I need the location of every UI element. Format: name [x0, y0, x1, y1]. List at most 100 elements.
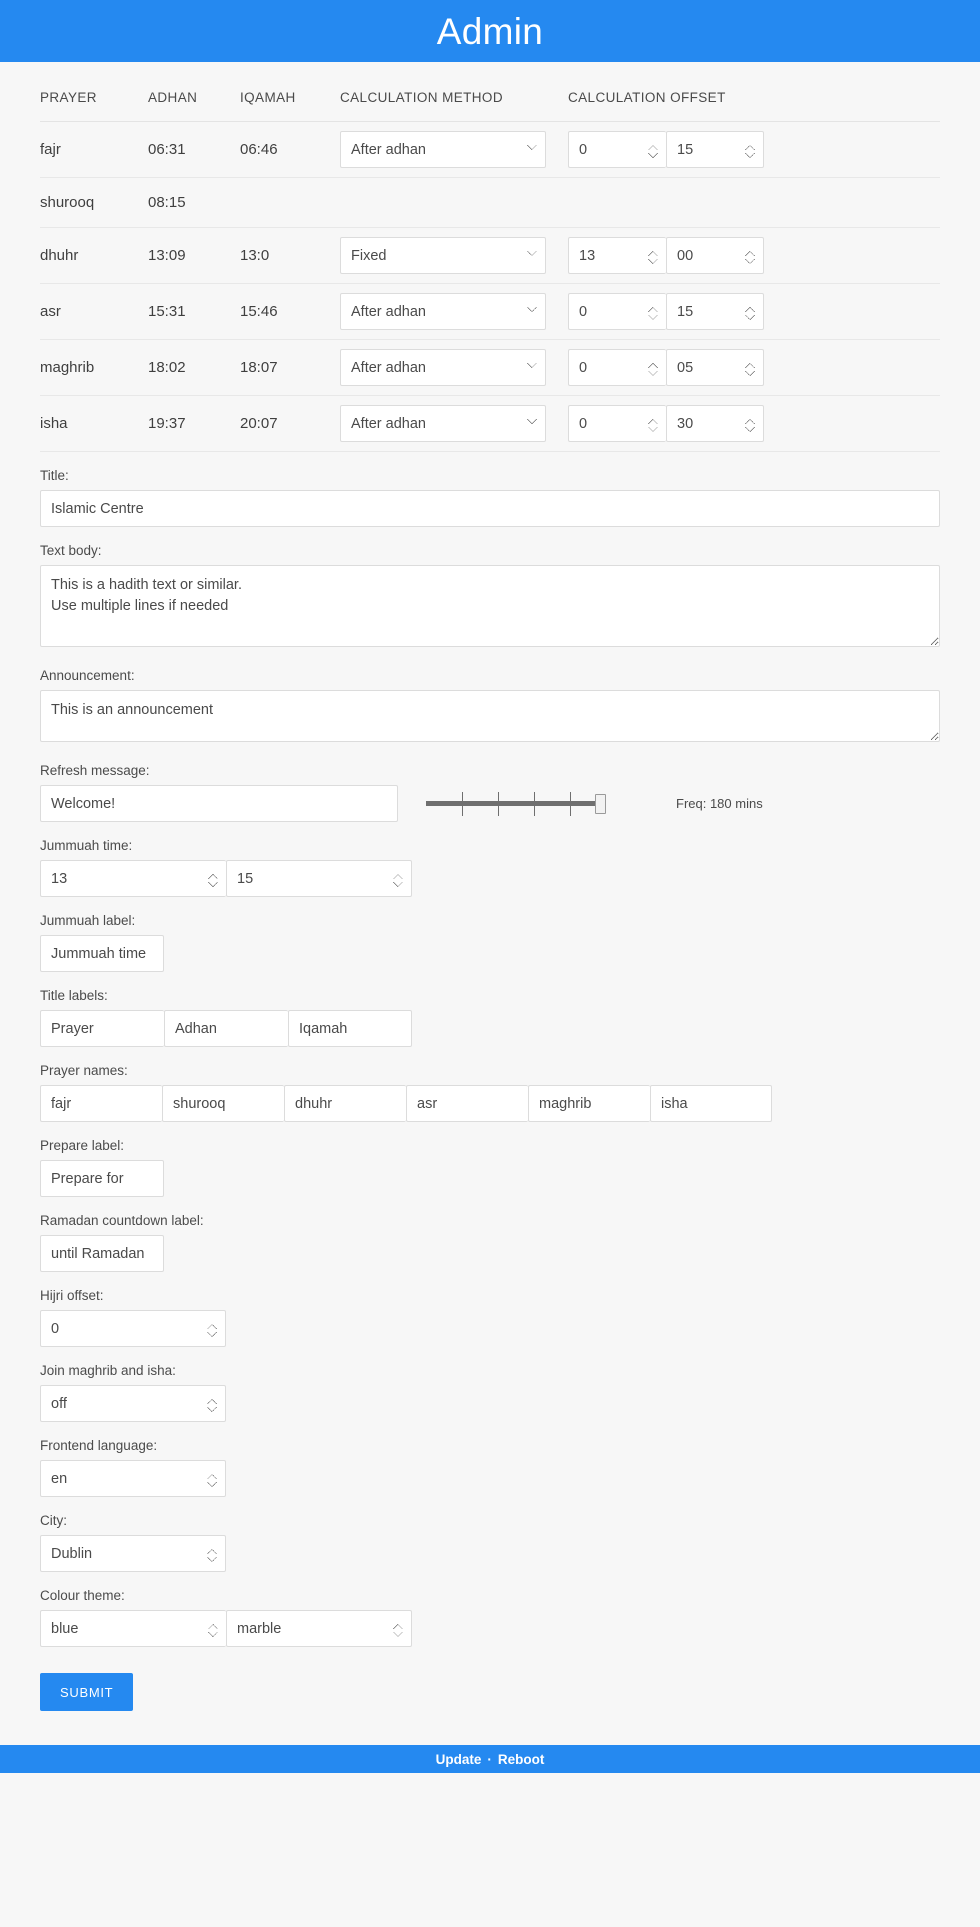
refresh-message-input[interactable] — [40, 785, 398, 822]
prayer-name-input[interactable] — [650, 1085, 772, 1122]
cell-adhan-time: 19:37 — [148, 395, 240, 452]
prayer-name-input[interactable] — [284, 1085, 406, 1122]
cell-prayer-name: maghrib — [40, 339, 148, 396]
field-title-labels: Title labels: — [40, 972, 940, 1047]
footer-separator: · — [487, 1751, 492, 1767]
prayer-name-input[interactable] — [528, 1085, 650, 1122]
calculation-offset-hours-select[interactable]: 0 — [568, 293, 666, 330]
field-jummuah-label: Jummuah label: — [40, 897, 940, 972]
cell-adhan-time: 08:15 — [148, 177, 240, 228]
calculation-offset-hours-select[interactable]: 13 — [568, 237, 666, 274]
cell-prayer-name: isha — [40, 395, 148, 452]
prayer-name-input[interactable] — [406, 1085, 528, 1122]
calculation-offset-minutes-select[interactable]: 15 — [666, 131, 764, 168]
cell-calculation-offset: 13 00 — [568, 227, 940, 284]
ramadan-label-input[interactable] — [40, 1235, 164, 1272]
text-body-textarea[interactable]: This is a hadith text or similar. Use mu… — [40, 565, 940, 647]
colour-theme-primary-select[interactable]: blue — [40, 1610, 226, 1647]
field-hijri-offset: Hijri offset: 0 — [40, 1272, 940, 1347]
cell-iqamah-time: 18:07 — [240, 339, 340, 396]
field-prayer-names: Prayer names: — [40, 1047, 940, 1122]
label-jummuah-label: Jummuah label: — [40, 913, 136, 928]
calculation-offset-group: 0 15 — [568, 131, 940, 168]
column-header-adhan: ADHAN — [148, 62, 240, 122]
submit-wrap: SUBMIT — [40, 1647, 940, 1745]
jummuah-minute-select[interactable]: 15 — [226, 860, 412, 897]
calculation-offset-minutes-select[interactable]: 05 — [666, 349, 764, 386]
cell-prayer-name: fajr — [40, 121, 148, 178]
frequency-slider-wrap — [426, 789, 606, 818]
cell-prayer-name: shurooq — [40, 177, 148, 228]
calculation-offset-minutes-select[interactable]: 30 — [666, 405, 764, 442]
title-label-input[interactable] — [164, 1010, 288, 1047]
calculation-offset-minutes-select[interactable]: 00 — [666, 237, 764, 274]
jummuah-hour-select[interactable]: 13 — [40, 860, 226, 897]
app-footer: Update · Reboot — [0, 1745, 980, 1773]
update-link[interactable]: Update — [436, 1752, 482, 1767]
column-header-prayer: PRAYER — [40, 62, 148, 122]
label-hijri-offset: Hijri offset: — [40, 1288, 104, 1303]
calculation-method-select[interactable]: After adhanFixed — [340, 349, 546, 386]
field-frontend-language: Frontend language: en — [40, 1422, 940, 1497]
label-ramadan-countdown: Ramadan countdown label: — [40, 1213, 204, 1228]
field-city: City: Dublin — [40, 1497, 940, 1572]
frequency-label: Freq: 180 mins — [676, 796, 763, 811]
field-prepare-label: Prepare label: — [40, 1122, 940, 1197]
title-label-input[interactable] — [288, 1010, 412, 1047]
field-announcement: Announcement: This is an announcement — [40, 652, 940, 747]
column-header-calculation-method: CALCULATION METHOD — [340, 62, 568, 122]
cell-iqamah-time: 06:46 — [240, 121, 340, 178]
calculation-offset-hours-select[interactable]: 0 — [568, 405, 666, 442]
label-title: Title: — [40, 468, 69, 483]
cell-iqamah-time — [240, 177, 340, 228]
calculation-offset-hours-select[interactable]: 0 — [568, 131, 666, 168]
table-row: shurooq 08:15 — [40, 177, 940, 228]
field-join-maghrib-isha: Join maghrib and isha: off — [40, 1347, 940, 1422]
title-input[interactable] — [40, 490, 940, 527]
submit-button[interactable]: SUBMIT — [40, 1673, 134, 1711]
cell-adhan-time: 18:02 — [148, 339, 240, 396]
calculation-method-select[interactable]: After adhanFixed — [340, 405, 546, 442]
calculation-method-select[interactable]: After adhanFixed — [340, 293, 546, 330]
colour-theme-secondary-select[interactable]: marble — [226, 1610, 412, 1647]
calculation-method-select[interactable]: After adhanFixed — [340, 131, 546, 168]
cell-calculation-offset: 0 30 — [568, 395, 940, 452]
cell-adhan-time: 15:31 — [148, 283, 240, 340]
title-label-input[interactable] — [40, 1010, 164, 1047]
label-jummuah-time: Jummuah time: — [40, 838, 133, 853]
title-labels-row — [40, 1010, 940, 1047]
label-announcement: Announcement: — [40, 668, 135, 683]
prayer-name-input[interactable] — [162, 1085, 284, 1122]
hijri-offset-select[interactable]: 0 — [40, 1310, 226, 1347]
prepare-label-input[interactable] — [40, 1160, 164, 1197]
city-select[interactable]: Dublin — [40, 1535, 226, 1572]
table-header-row: PRAYER ADHAN IQAMAH CALCULATION METHOD C… — [40, 62, 940, 122]
field-text-body: Text body: This is a hadith text or simi… — [40, 527, 940, 652]
prayer-name-input[interactable] — [40, 1085, 162, 1122]
label-colour-theme: Colour theme: — [40, 1588, 125, 1603]
refresh-message-row: Freq: 180 mins — [40, 785, 940, 822]
calculation-offset-hours-select[interactable]: 0 — [568, 349, 666, 386]
frequency-slider[interactable] — [426, 789, 606, 818]
table-row: dhuhr13:0913:0After adhanFixed 1300 — [40, 227, 940, 284]
page-content: PRAYER ADHAN IQAMAH CALCULATION METHOD C… — [0, 62, 980, 1745]
calculation-offset-group: 0 30 — [568, 405, 940, 442]
column-header-iqamah: IQAMAH — [240, 62, 340, 122]
cell-calculation-offset — [568, 177, 940, 228]
jummuah-label-input[interactable] — [40, 935, 164, 972]
field-colour-theme: Colour theme: blue marble — [40, 1572, 940, 1647]
frontend-language-select[interactable]: en — [40, 1460, 226, 1497]
announcement-textarea[interactable]: This is an announcement — [40, 690, 940, 742]
label-city: City: — [40, 1513, 67, 1528]
reboot-link[interactable]: Reboot — [498, 1752, 545, 1767]
jummuah-time-row: 13 15 — [40, 860, 940, 897]
cell-calculation-offset: 0 05 — [568, 339, 940, 396]
label-title-labels: Title labels: — [40, 988, 108, 1003]
calculation-offset-group: 0 15 — [568, 293, 940, 330]
label-refresh-message: Refresh message: — [40, 763, 150, 778]
cell-calculation-method: After adhanFixed — [340, 121, 568, 178]
join-maghrib-isha-select[interactable]: off — [40, 1385, 226, 1422]
calculation-method-select[interactable]: After adhanFixed — [340, 237, 546, 274]
cell-iqamah-time: 13:0 — [240, 227, 340, 284]
calculation-offset-minutes-select[interactable]: 15 — [666, 293, 764, 330]
